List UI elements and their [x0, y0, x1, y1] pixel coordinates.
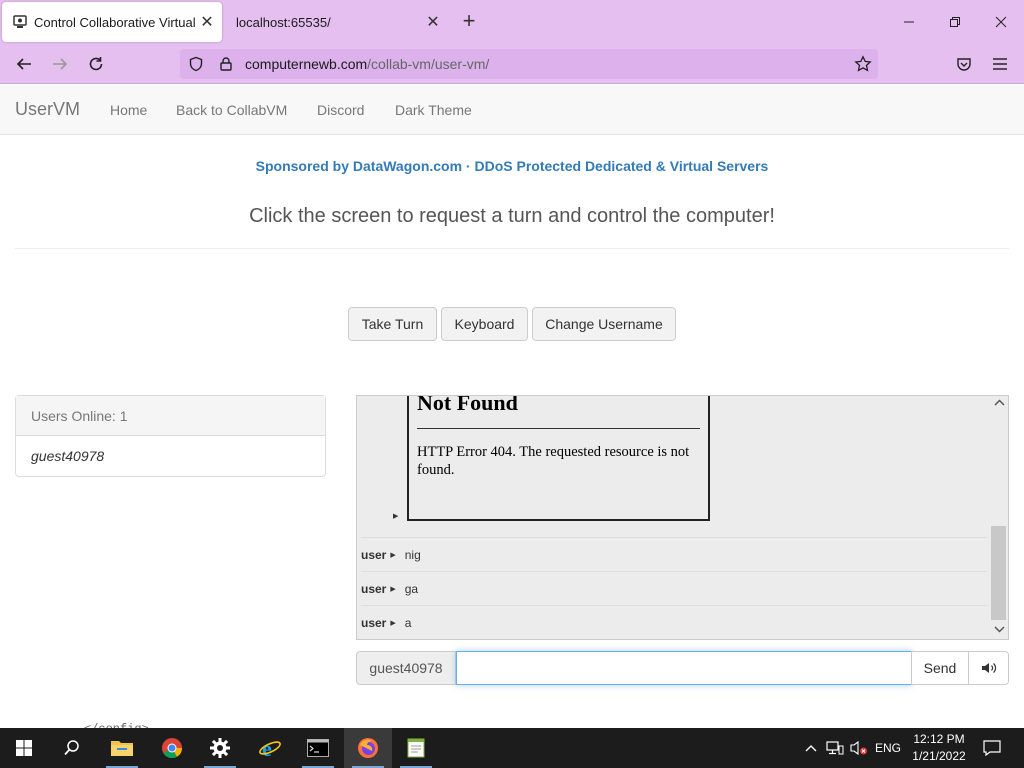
search-icon[interactable] — [48, 728, 96, 768]
change-username-button[interactable]: Change Username — [532, 307, 676, 341]
bookmark-star-icon[interactable] — [854, 55, 872, 73]
chat-username: user — [361, 547, 387, 562]
caret-right-icon: ▶ — [390, 551, 396, 559]
language-indicator[interactable]: ENG — [872, 728, 904, 768]
sponsor-link[interactable]: Sponsored by DataWagon.com · DDoS Protec… — [0, 158, 1024, 174]
chat-username: user — [361, 581, 387, 596]
take-turn-button[interactable]: Take Turn — [348, 307, 437, 341]
lock-icon[interactable] — [218, 56, 236, 72]
tab-title: Control Collaborative Virtual M — [34, 14, 196, 30]
chrome-icon[interactable] — [148, 728, 196, 768]
users-online-header: Users Online: 1 — [16, 396, 325, 436]
chat-message: user ▶ a — [361, 605, 987, 639]
network-icon[interactable] — [824, 728, 846, 768]
caret-right-icon: ▶ — [390, 619, 396, 627]
chat-text: nig — [404, 547, 421, 562]
minimize-icon[interactable] — [886, 0, 932, 44]
reload-icon[interactable] — [81, 50, 111, 78]
volume-icon[interactable] — [968, 651, 1009, 685]
chat-text: a — [404, 615, 412, 630]
chat-message: user ▶ ga — [361, 571, 987, 605]
close-window-icon[interactable] — [978, 0, 1024, 44]
restore-icon[interactable] — [932, 0, 978, 44]
users-online-panel: Users Online: 1 guest40978 — [15, 395, 326, 477]
chat-username: user — [361, 615, 387, 630]
chat-username-addon: guest40978 — [356, 651, 456, 685]
divider — [15, 248, 1009, 249]
scroll-down-icon[interactable] — [994, 624, 1005, 636]
browser-toolbar: computernewb.com/collab-vm/user-vm/ — [0, 44, 1024, 84]
shield-icon[interactable] — [188, 56, 206, 72]
nav-link-dark-theme[interactable]: Dark Theme — [395, 102, 472, 118]
firefox-icon[interactable] — [344, 728, 392, 768]
pocket-icon[interactable] — [949, 50, 979, 78]
caret-right-icon: ▶ — [393, 513, 399, 520]
error-title: Not Found — [417, 395, 518, 415]
user-list-item[interactable]: guest40978 — [16, 436, 325, 476]
back-arrow-icon[interactable] — [9, 50, 39, 78]
address-bar[interactable]: computernewb.com/collab-vm/user-vm/ — [180, 49, 878, 79]
chevron-up-icon[interactable] — [800, 728, 822, 768]
windows-taskbar: e ENG 12:12 PM 1/21/2022 — [0, 728, 1024, 768]
browser-tab-bar: Control Collaborative Virtual M ✕ localh… — [0, 0, 1024, 44]
url-host: computernewb.com — [245, 56, 368, 72]
chat-scrollbar-thumb[interactable] — [991, 526, 1006, 620]
terminal-icon[interactable] — [294, 728, 342, 768]
forward-arrow-icon[interactable] — [45, 50, 75, 78]
chat-text: ga — [404, 581, 419, 596]
clock-date: 1/21/2022 — [912, 749, 966, 763]
tab-localhost[interactable]: localhost:65535/ ✕ — [226, 2, 448, 42]
keyboard-button[interactable]: Keyboard — [441, 307, 528, 341]
settings-gear-icon[interactable] — [196, 728, 244, 768]
url-path: /collab-vm/user-vm/ — [367, 56, 490, 72]
caret-right-icon: ▶ — [390, 585, 396, 593]
error-divider — [417, 428, 700, 429]
nav-link-discord[interactable]: Discord — [317, 102, 364, 118]
close-tab-icon[interactable]: ✕ — [196, 12, 218, 32]
system-clock[interactable]: 12:12 PM 1/21/2022 — [908, 731, 970, 765]
chat-input[interactable] — [456, 651, 912, 685]
chat-panel[interactable]: Not Found HTTP Error 404. The requested … — [356, 395, 1009, 640]
url-text: computernewb.com/collab-vm/user-vm/ — [245, 56, 489, 72]
tab-title: localhost:65535/ — [236, 14, 331, 30]
tab-collabvm[interactable]: Control Collaborative Virtual M ✕ — [2, 2, 222, 42]
volume-muted-icon[interactable] — [848, 728, 870, 768]
menu-hamburger-icon[interactable] — [985, 50, 1015, 78]
error-message: HTTP Error 404. The requested resource i… — [417, 444, 690, 478]
instruction-text: Click the screen to request a turn and c… — [249, 205, 775, 227]
windows-start-icon[interactable] — [0, 728, 48, 768]
new-tab-button[interactable]: + — [456, 10, 482, 34]
file-explorer-icon[interactable] — [98, 728, 146, 768]
clock-time: 12:12 PM — [913, 732, 965, 746]
nav-link-home[interactable]: Home — [110, 102, 147, 118]
internet-explorer-icon[interactable]: e — [246, 728, 294, 768]
embedded-error-page: Not Found HTTP Error 404. The requested … — [407, 395, 710, 521]
send-button[interactable]: Send — [911, 651, 969, 685]
nav-link-back-to-collabvm[interactable]: Back to CollabVM — [176, 102, 287, 118]
chat-message: user ▶ nig — [361, 537, 987, 571]
site-brand[interactable]: UserVM — [15, 99, 80, 120]
collabvm-favicon-icon — [12, 14, 28, 30]
close-tab-icon[interactable]: ✕ — [422, 12, 444, 32]
site-navbar: UserVM Home Back to CollabVM Discord Dar… — [0, 85, 1024, 135]
scroll-up-icon[interactable] — [994, 398, 1005, 410]
notepad-plus-icon[interactable] — [392, 728, 440, 768]
notifications-icon[interactable] — [980, 728, 1004, 768]
